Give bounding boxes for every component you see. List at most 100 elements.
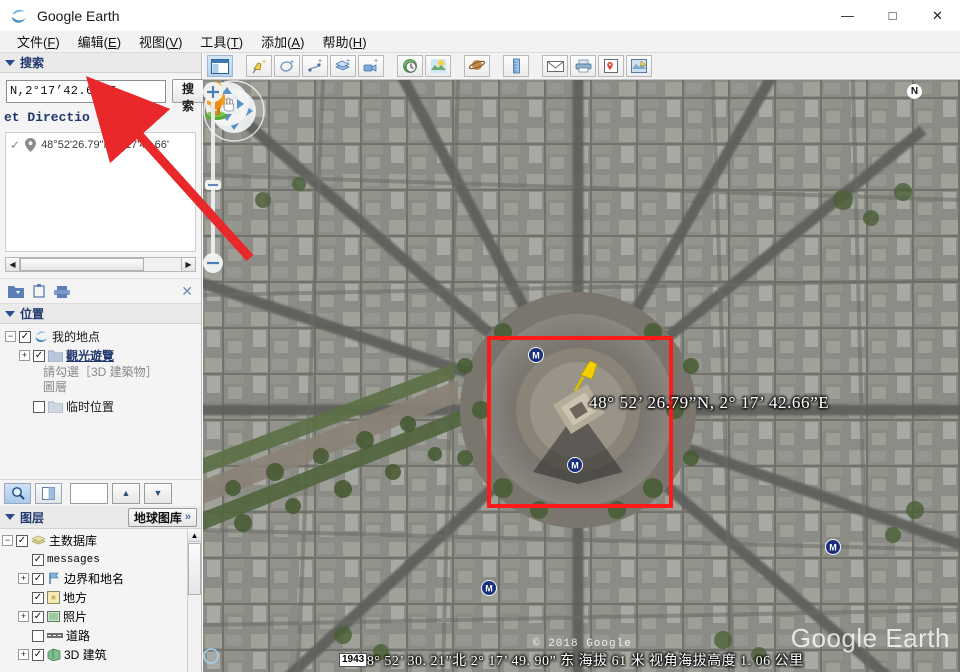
add-image-overlay-button[interactable]: + [330, 55, 356, 77]
layer-item-3d-buildings[interactable]: + ✓ 3D 建筑 [0, 645, 188, 664]
earth-gallery-button[interactable]: 地球图库 » [128, 508, 197, 527]
add-polygon-button[interactable]: + [274, 55, 300, 77]
compass-north-label[interactable]: N [907, 84, 922, 99]
tab-get-directions[interactable]: et Directio [4, 110, 90, 125]
print-button[interactable] [570, 55, 596, 77]
layer-item-roads[interactable]: 道路 [0, 626, 188, 645]
earth-icon [34, 329, 49, 344]
clock-globe-icon [402, 58, 419, 74]
chevron-down-icon[interactable] [5, 311, 15, 317]
expander-icon[interactable]: + [18, 611, 29, 622]
layer-item-label: messages [47, 554, 100, 566]
minimize-button[interactable]: — [825, 0, 870, 31]
search-input[interactable] [6, 80, 166, 103]
close-button[interactable]: ✕ [915, 0, 960, 31]
search-panel-header[interactable]: 搜索 [0, 53, 201, 73]
layers-filter-input[interactable] [70, 483, 108, 504]
menu-help[interactable]: 帮助(H) [313, 30, 375, 53]
checkbox[interactable]: ✓ [33, 350, 45, 362]
maximize-button[interactable]: □ [870, 0, 915, 31]
hscroll-thumb[interactable] [20, 258, 144, 271]
add-path-button[interactable]: + [302, 55, 328, 77]
add-placemark-button[interactable]: + [246, 55, 272, 77]
window-title: Google Earth [37, 8, 120, 24]
ruler-button[interactable] [503, 55, 529, 77]
scroll-up-icon[interactable]: ▲ [188, 529, 201, 542]
menu-edit[interactable]: 编辑(E) [69, 30, 130, 53]
menu-view-mnemonic: V [169, 35, 178, 50]
imagery-date-tooltip: 1943 [339, 653, 367, 667]
places-panel-header[interactable]: 位置 [0, 304, 201, 324]
print-icon[interactable] [54, 285, 70, 298]
email-button[interactable] [542, 55, 568, 77]
expander-icon[interactable]: + [19, 350, 30, 361]
move-down-button[interactable]: ▼ [144, 483, 172, 504]
layer-item-places[interactable]: ✓ 地方 [0, 588, 188, 607]
chevron-right-icon: » [185, 511, 191, 523]
magnifier-icon[interactable] [4, 483, 31, 504]
layer-item-label: 3D 建筑 [64, 646, 107, 663]
layer-item-borders[interactable]: + ✓ 边界和地名 [0, 569, 188, 588]
tree-item-tours[interactable]: + ✓ 觀光遊覽 [3, 346, 201, 365]
chevron-down-icon[interactable] [5, 514, 15, 520]
scroll-left-icon[interactable]: ◀ [6, 258, 20, 271]
close-icon[interactable]: ✕ [181, 283, 193, 300]
checkbox[interactable] [32, 630, 44, 642]
checkbox[interactable]: ✓ [32, 573, 44, 585]
menu-add[interactable]: 添加(A) [252, 30, 313, 53]
expander-icon[interactable]: + [18, 649, 29, 660]
save-image-button[interactable] [598, 55, 624, 77]
switch-planet-button[interactable] [464, 55, 490, 77]
historical-imagery-button[interactable] [397, 55, 423, 77]
layers-vscrollbar[interactable]: ▲ ▼ [187, 529, 200, 672]
checkbox[interactable]: ✓ [32, 611, 44, 623]
menu-file[interactable]: 文件(F) [8, 30, 69, 53]
layer-item-messages[interactable]: ✓ messages [0, 550, 188, 569]
checkbox[interactable]: ✓ [19, 331, 31, 343]
clipboard-icon[interactable] [33, 284, 45, 298]
toggle-sidebar-button[interactable] [207, 55, 233, 77]
layer-item-photos[interactable]: + ✓ 照片 [0, 607, 188, 626]
svg-text:M: M [485, 583, 493, 593]
expander-icon[interactable]: − [2, 535, 13, 546]
move-up-button[interactable]: ▲ [112, 483, 140, 504]
scroll-right-icon[interactable]: ▶ [181, 258, 195, 271]
folder-icon [48, 350, 63, 362]
checkbox[interactable]: ✓ [16, 535, 28, 547]
contrast-icon[interactable] [35, 483, 62, 504]
photos-icon [47, 611, 60, 622]
vscroll-thumb[interactable] [188, 543, 201, 595]
tree-item-my-places[interactable]: − ✓ 我的地点 [3, 327, 201, 346]
satellite-imagery: M M M M M [203, 80, 960, 672]
tree-item-temporary-places[interactable]: 临时位置 [3, 397, 201, 416]
checkbox[interactable] [33, 401, 45, 413]
title-bar: Google Earth — □ ✕ [0, 0, 960, 31]
tree-item-label[interactable]: 觀光遊覽 [66, 347, 114, 364]
tab-history[interactable]: 历史记录 [102, 108, 154, 127]
chevron-down-icon[interactable] [5, 60, 15, 66]
sunlight-button[interactable] [425, 55, 451, 77]
search-button[interactable]: 搜索 [172, 79, 204, 103]
expander-icon[interactable]: + [18, 573, 29, 584]
checkmark-icon[interactable]: ✓ [10, 138, 20, 152]
menu-view[interactable]: 视图(V) [130, 30, 191, 53]
window-controls: — □ ✕ [825, 0, 960, 31]
menu-tools[interactable]: 工具(T) [191, 30, 252, 53]
layers-panel-header[interactable]: 图层 地球图库 » [0, 506, 201, 529]
checkbox[interactable]: ✓ [32, 649, 44, 661]
checkbox[interactable]: ✓ [32, 592, 44, 604]
zoom-slider[interactable] [203, 80, 223, 275]
folder-add-icon[interactable] [8, 285, 24, 298]
search-results-hscrollbar[interactable]: ◀ ▶ [5, 257, 196, 272]
expander-icon[interactable]: − [5, 331, 16, 342]
search-result-item[interactable]: ✓ 48°52'26.79"N,2°17'42.66' [6, 133, 195, 157]
checkbox[interactable]: ✓ [32, 554, 44, 566]
view-in-maps-button[interactable] [626, 55, 652, 77]
record-tour-button[interactable]: + [358, 55, 384, 77]
planet-icon [469, 58, 486, 74]
map-viewport[interactable]: M M M M M 48° 52’ 26.79”N, 2° 17’ 42.66”… [203, 80, 960, 672]
layer-item-main-database[interactable]: − ✓ 主数据库 [0, 531, 188, 550]
folder-icon [48, 401, 63, 413]
main-toolbar: + + + + [203, 53, 960, 80]
buildings-icon [47, 648, 61, 661]
